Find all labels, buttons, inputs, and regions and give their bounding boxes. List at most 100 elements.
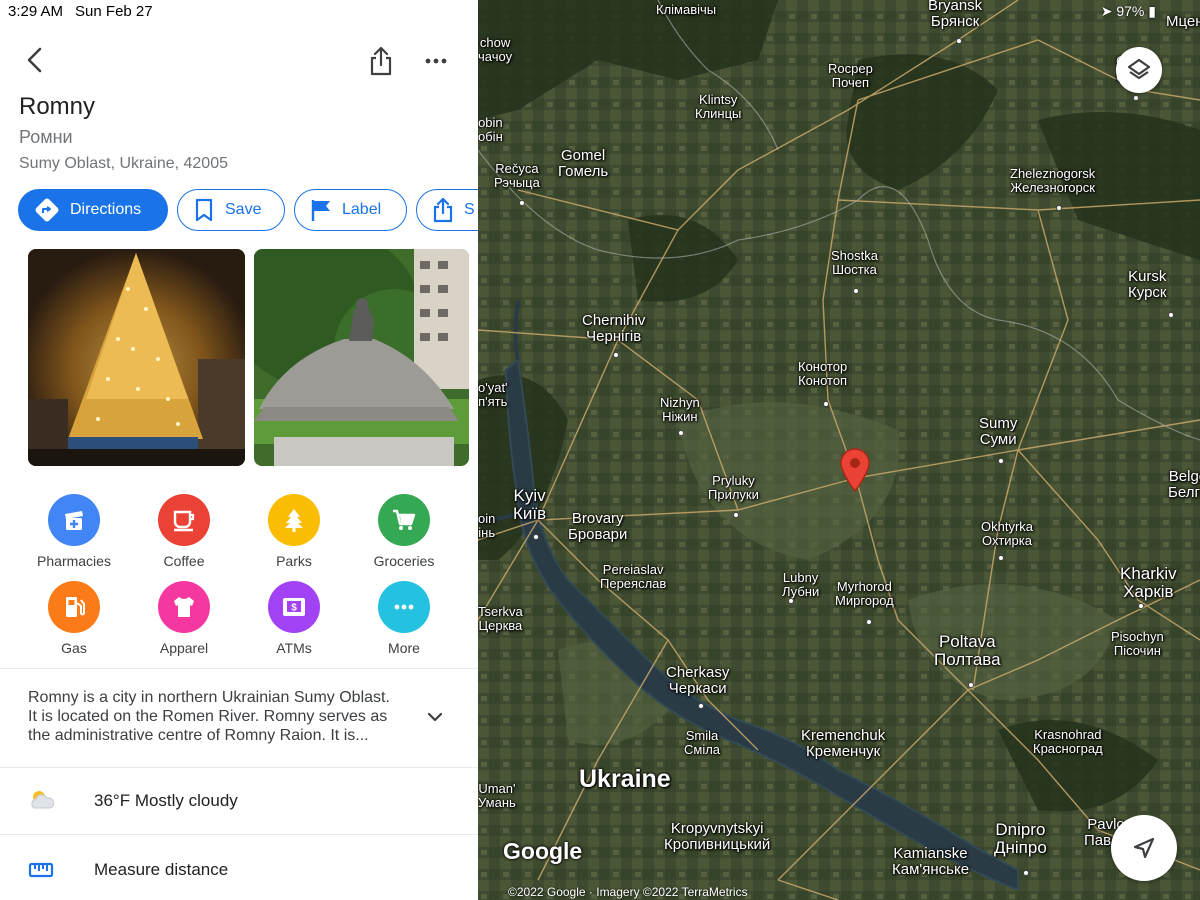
map-city-dot xyxy=(853,288,859,294)
category-groceries[interactable]: Groceries xyxy=(349,494,459,569)
tree-icon xyxy=(268,494,320,546)
map-label-konotop: Конотор Конотоп xyxy=(798,359,848,389)
map-label-chow: chow чачоу xyxy=(478,35,513,65)
map-city-dot xyxy=(1133,95,1139,101)
map-label-zheleznogorsk: Zheleznogorsk Железногорск xyxy=(1010,166,1096,196)
atm-icon: $ xyxy=(268,581,320,633)
status-battery: ➤ 97% ▮ xyxy=(1100,3,1156,19)
category-label: Parks xyxy=(276,553,312,569)
category-more[interactable]: More xyxy=(349,581,459,656)
my-location-button[interactable] xyxy=(1111,815,1177,881)
map-label-pryluky: Pryluky Прилуки xyxy=(708,473,759,503)
map-label-belgorod: BelgoБелго xyxy=(1168,468,1200,502)
weather-icon xyxy=(28,788,56,817)
pharmacy-icon xyxy=(48,494,100,546)
map-label-kharkiv: Kharkiv Харків xyxy=(1120,564,1177,602)
map-label-sumy: Sumy Суми xyxy=(979,415,1018,449)
share-icon xyxy=(370,46,392,76)
map-label-obin: obin обін xyxy=(478,115,503,145)
place-local-name: Ромни xyxy=(19,127,73,147)
map-city-dot xyxy=(788,598,794,604)
category-coffee[interactable]: Coffee xyxy=(129,494,239,569)
map-label-brovary: Brovary Бровари xyxy=(568,510,628,544)
more-options-button[interactable] xyxy=(421,48,451,74)
map-label-pereiaslav: Pereiaslav Переяслав xyxy=(600,562,667,592)
category-label: More xyxy=(388,640,420,656)
description-line: Romny is a city in northern Ukrainian Su… xyxy=(28,689,390,706)
map-city-dot xyxy=(533,534,539,540)
status-bar: 3:29 AM Sun Feb 27 xyxy=(8,3,165,20)
map-city-dot xyxy=(998,555,1004,561)
satellite-map[interactable]: Клімавічы BryanskБрянск Мцен chowчачоу O… xyxy=(478,0,1200,900)
map-label-nizhyn: Nizhyn Ніжин xyxy=(660,395,700,425)
gas-pump-icon xyxy=(48,581,100,633)
bookmark-icon xyxy=(195,198,213,222)
share-button[interactable] xyxy=(367,45,395,77)
map-label-gomel: Gomel Гомель xyxy=(558,147,609,181)
shirt-icon xyxy=(158,581,210,633)
map-label-klimavichy: Клімавічы xyxy=(656,2,717,17)
map-label-shostka: Shostka Шостка xyxy=(831,248,878,278)
map-label-kremenchuk: Kremenchuk Кременчук xyxy=(801,727,886,761)
directions-icon xyxy=(35,198,59,222)
map-city-dot xyxy=(956,38,962,44)
place-photo-christmas-tree[interactable] xyxy=(28,249,245,466)
coffee-icon xyxy=(158,494,210,546)
status-time: 3:29 AM xyxy=(8,3,64,20)
expand-description-button[interactable] xyxy=(424,706,446,733)
selected-place-pin[interactable] xyxy=(838,447,872,498)
share-chip-label: S xyxy=(464,201,475,218)
google-logo: Google xyxy=(503,838,583,864)
category-apparel[interactable]: Apparel xyxy=(129,581,239,656)
chevron-down-icon xyxy=(427,712,443,722)
map-city-dot xyxy=(968,682,974,688)
more-horizontal-icon xyxy=(425,58,447,64)
divider xyxy=(0,668,478,669)
category-label: Coffee xyxy=(163,553,205,569)
map-label-cherkasy: Cherkasy Черкаси xyxy=(666,664,730,698)
map-layers-button[interactable] xyxy=(1116,47,1162,93)
place-address: Sumy Oblast, Ukraine, 42005 xyxy=(19,155,228,172)
directions-button[interactable]: Directions xyxy=(18,189,168,231)
map-label-roshen: Roсрер Почеп xyxy=(828,61,873,91)
map-label-myrhorod: Myrhorod Миргород xyxy=(835,579,894,609)
share-chip-button[interactable]: S xyxy=(416,189,478,231)
measure-distance-button[interactable]: Measure distance xyxy=(94,860,228,880)
category-parks[interactable]: Parks xyxy=(239,494,349,569)
map-city-dot xyxy=(519,200,525,206)
map-city-dot xyxy=(1138,603,1144,609)
category-label: Apparel xyxy=(159,640,209,656)
map-label-pyat: o'yat' п'ять xyxy=(478,380,508,410)
map-city-dot xyxy=(678,430,684,436)
svg-text:$: $ xyxy=(291,603,297,614)
map-pin-icon xyxy=(840,448,870,493)
place-photo-monument[interactable] xyxy=(254,249,469,466)
map-label-poltava: Poltava Полтава xyxy=(934,632,1001,670)
back-button[interactable] xyxy=(22,46,50,74)
map-city-dot xyxy=(613,352,619,358)
save-button[interactable]: Save xyxy=(177,189,285,231)
map-city-dot xyxy=(1168,312,1174,318)
map-label-kamianske: Kamianske Кам'янське xyxy=(892,845,970,879)
place-description[interactable]: Romny is a city in northern Ukrainian Su… xyxy=(28,688,428,745)
map-label-lubny: Lubny Лубни xyxy=(782,570,820,600)
map-city-dot xyxy=(698,703,704,709)
map-city-dot xyxy=(823,401,829,407)
category-pharmacies[interactable]: Pharmacies xyxy=(19,494,129,569)
share-icon xyxy=(433,197,453,223)
map-city-dot xyxy=(733,512,739,518)
place-title: Romny xyxy=(19,93,96,120)
map-label-dnipro: Dnipro Дніпро xyxy=(994,820,1047,858)
map-label-bryansk: Bryansk Брянск xyxy=(928,0,983,31)
map-label-okhtyrka: Okhtyrka Охтирка xyxy=(981,519,1034,549)
map-city-dot xyxy=(1023,870,1029,876)
map-label-mtsensk: Мцен xyxy=(1166,13,1200,30)
map-label-kyiv: Kyiv Київ xyxy=(513,486,547,524)
directions-label: Directions xyxy=(70,201,142,218)
category-gas[interactable]: Gas xyxy=(19,581,129,656)
flag-icon xyxy=(311,200,330,221)
category-atms[interactable]: $ ATMs xyxy=(239,581,349,656)
label-button[interactable]: Label xyxy=(294,189,407,231)
category-label: Pharmacies xyxy=(37,553,111,569)
save-label: Save xyxy=(225,201,262,218)
